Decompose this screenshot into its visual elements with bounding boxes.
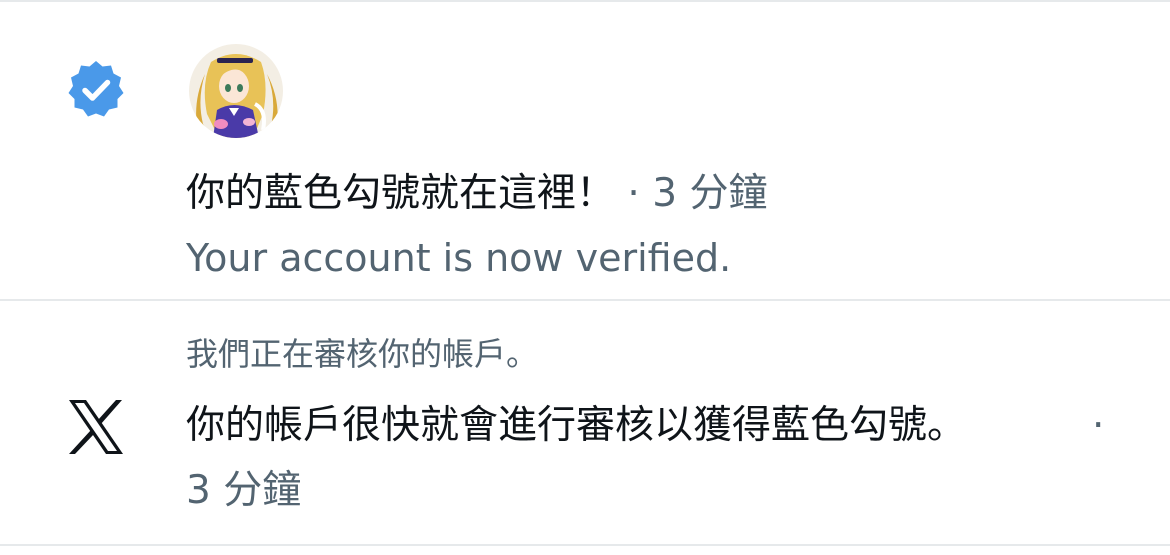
timestamp[interactable]: 3 分鐘: [652, 171, 767, 216]
x-logo-icon: [66, 397, 126, 457]
notification-title-line: 你的藍色勾號就在這裡！ · 3 分鐘: [186, 170, 767, 218]
notification-review[interactable]: 我們正在審核你的帳戶。 你的帳戶很快就會進行審核以獲得藍色勾號。 · 3 分鐘: [0, 301, 1170, 544]
verified-badge-icon: [64, 58, 128, 122]
avatar[interactable]: [189, 44, 283, 138]
notification-title: 你的藍色勾號就在這裡！: [186, 171, 616, 216]
notification-verified[interactable]: 你的藍色勾號就在這裡！ · 3 分鐘 Your account is now v…: [0, 2, 1170, 299]
separator-dot: ·: [1092, 403, 1105, 448]
notification-message: 你的帳戶很快就會進行審核以獲得藍色勾號。: [186, 403, 967, 448]
timestamp[interactable]: 3 分鐘: [186, 467, 301, 515]
separator-dot: ·: [627, 171, 640, 216]
notification-subtitle: Your account is now verified.: [186, 236, 732, 280]
notification-context: 我們正在審核你的帳戶。: [186, 335, 539, 373]
bottom-divider: [0, 544, 1170, 546]
